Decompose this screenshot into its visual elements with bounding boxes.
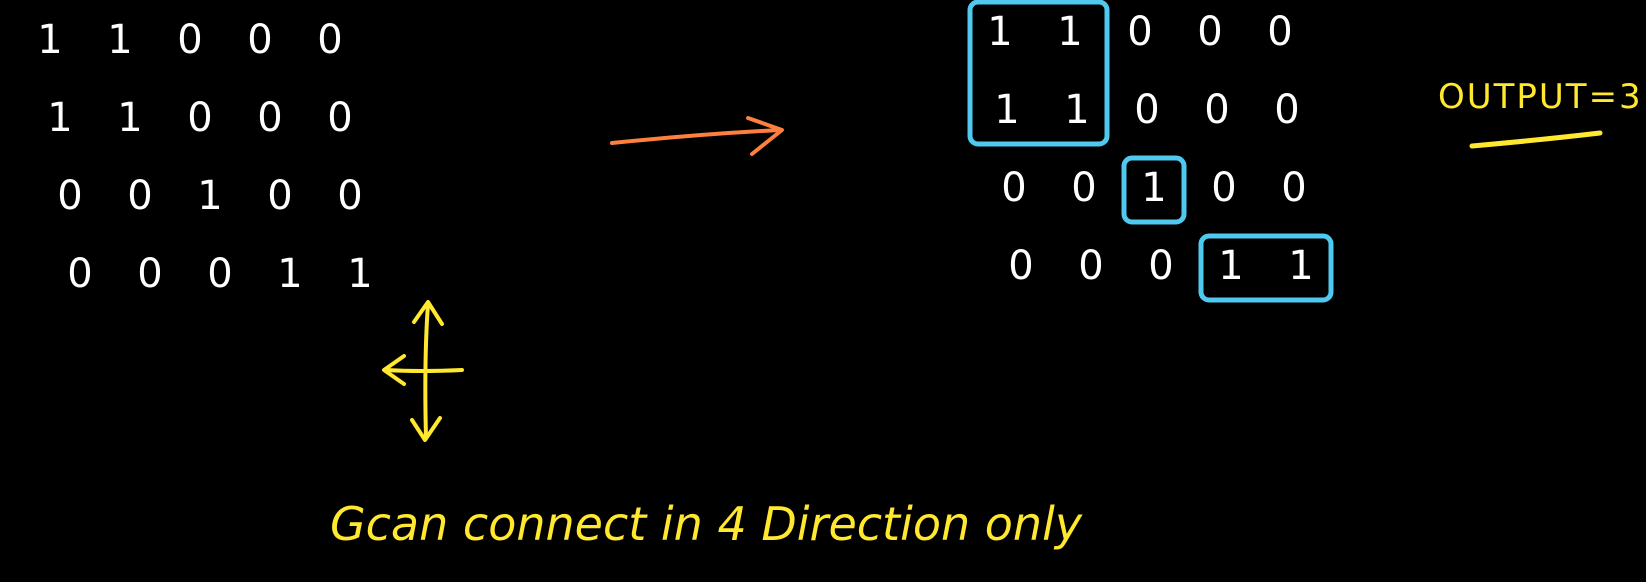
output-underline (1469, 130, 1603, 149)
output-cell-r2-c0: 0 (1001, 165, 1026, 211)
right-arrow-icon (610, 116, 784, 156)
output-cell-r0-c3: 0 (1197, 9, 1222, 55)
input-cell-r0-c0: 1 (37, 17, 62, 63)
input-cell-r3-c2: 0 (207, 251, 232, 297)
input-cell-r3-c4: 1 (347, 251, 372, 297)
output-cell-r2-c2: 1 (1141, 165, 1166, 211)
input-cell-r3-c3: 1 (277, 251, 302, 297)
output-cell-r1-c0: 1 (994, 87, 1019, 133)
output-cell-r2-c4: 0 (1281, 165, 1306, 211)
input-cell-r1-c1: 1 (117, 95, 142, 141)
output-cell-r3-c0: 0 (1008, 243, 1033, 289)
output-cell-r0-c1: 1 (1057, 9, 1082, 55)
input-cell-r2-c3: 0 (267, 173, 292, 219)
input-cell-r0-c4: 0 (317, 17, 342, 63)
output-cell-r3-c3: 1 (1218, 243, 1243, 289)
input-cell-r0-c3: 0 (247, 17, 272, 63)
output-cell-r1-c1: 1 (1064, 87, 1089, 133)
output-cell-r0-c4: 0 (1267, 9, 1292, 55)
input-cell-r1-c4: 0 (327, 95, 352, 141)
input-cell-r0-c2: 0 (177, 17, 202, 63)
output-cell-r0-c0: 1 (987, 9, 1012, 55)
input-grid: 1 1 0 0 01 1 0 0 00 0 1 0 00 0 0 1 1 (37, 17, 372, 297)
output-cell-r0-c2: 0 (1127, 9, 1152, 55)
output-cell-r2-c3: 0 (1211, 165, 1236, 211)
islands-diagram: 1 1 0 0 01 1 0 0 00 0 1 0 00 0 0 1 1 1 1 0 0 01 1 0 0 00 0 1 0 00 0 0 1… (37, 0, 1643, 551)
input-cell-r3-c0: 0 (67, 251, 92, 297)
direction-note: Gcan connect in 4 Direction only (330, 497, 1083, 551)
output-label: OUTPUT=3 (1438, 77, 1643, 117)
output-cell-r1-c2: 0 (1134, 87, 1159, 133)
input-cell-r1-c3: 0 (257, 95, 282, 141)
input-cell-r0-c1: 1 (107, 17, 132, 63)
output-cell-r2-c1: 0 (1071, 165, 1096, 211)
input-cell-r2-c2: 1 (197, 173, 222, 219)
input-cell-r2-c0: 0 (57, 173, 82, 219)
input-cell-r1-c2: 0 (187, 95, 212, 141)
output-cell-r3-c2: 0 (1148, 243, 1173, 289)
output-cell-r3-c1: 0 (1078, 243, 1103, 289)
output-cell-r1-c3: 0 (1204, 87, 1229, 133)
input-cell-r1-c0: 1 (47, 95, 72, 141)
output-grid: 1 1 0 0 01 1 0 0 00 0 1 0 00 0 0 1 1 (987, 9, 1313, 289)
output-cell-r1-c4: 0 (1274, 87, 1299, 133)
input-cell-r3-c1: 0 (137, 251, 162, 297)
output-cell-r3-c4: 1 (1288, 243, 1313, 289)
four-way-arrow-icon (382, 300, 464, 442)
input-cell-r2-c4: 0 (337, 173, 362, 219)
input-cell-r2-c1: 0 (127, 173, 152, 219)
